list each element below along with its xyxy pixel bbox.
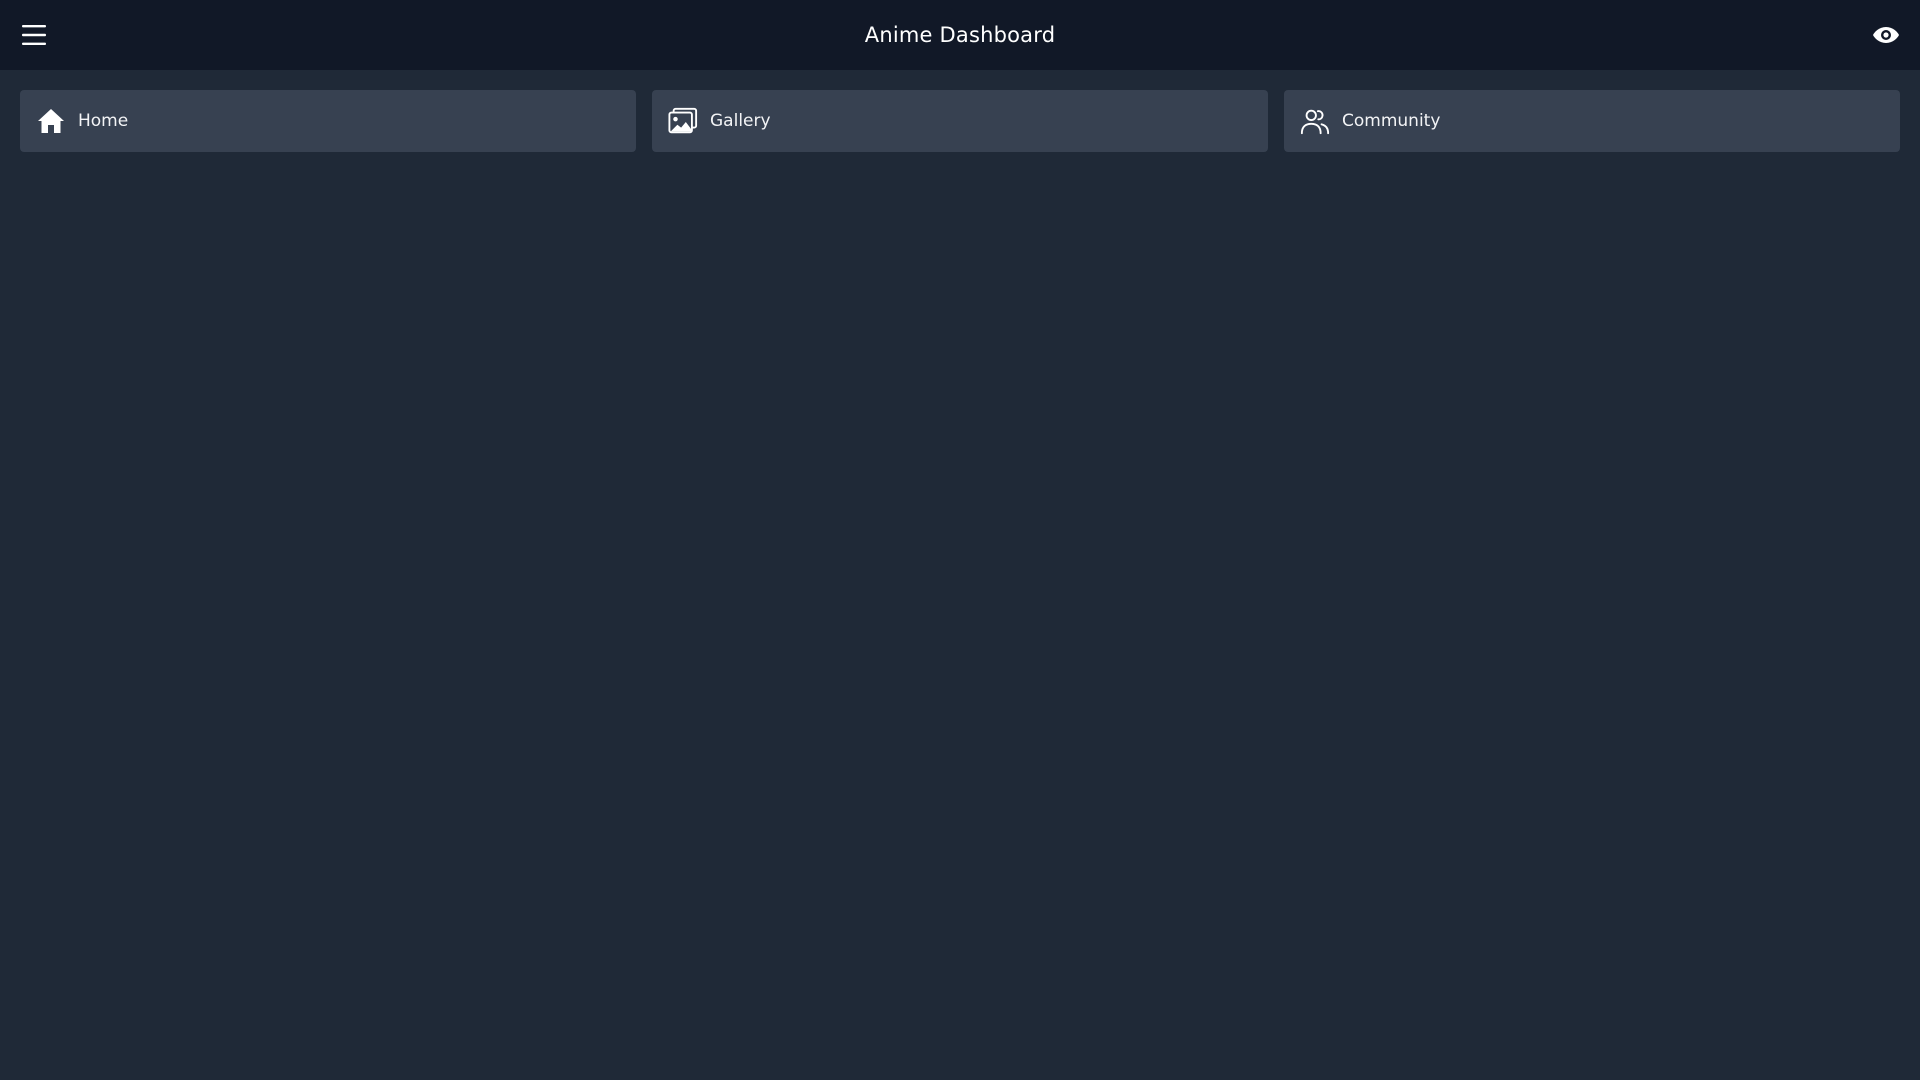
- eye-icon: [1873, 27, 1899, 43]
- nav-card-gallery[interactable]: Gallery: [652, 90, 1268, 152]
- top-bar: Anime Dashboard: [0, 0, 1920, 70]
- gallery-icon: [668, 106, 698, 136]
- nav-card-community[interactable]: Community: [1284, 90, 1900, 152]
- nav-card-home[interactable]: Home: [20, 90, 636, 152]
- view-toggle-button[interactable]: [1870, 19, 1902, 51]
- home-icon: [36, 106, 66, 136]
- hamburger-menu-icon: [22, 25, 46, 45]
- menu-button[interactable]: [16, 17, 52, 53]
- navigation-cards: Home Gallery Community: [20, 90, 1900, 152]
- nav-card-label: Gallery: [710, 111, 771, 131]
- nav-card-label: Home: [78, 111, 129, 131]
- community-icon: [1300, 106, 1330, 136]
- nav-card-label: Community: [1342, 111, 1441, 131]
- page-title: Anime Dashboard: [864, 23, 1056, 47]
